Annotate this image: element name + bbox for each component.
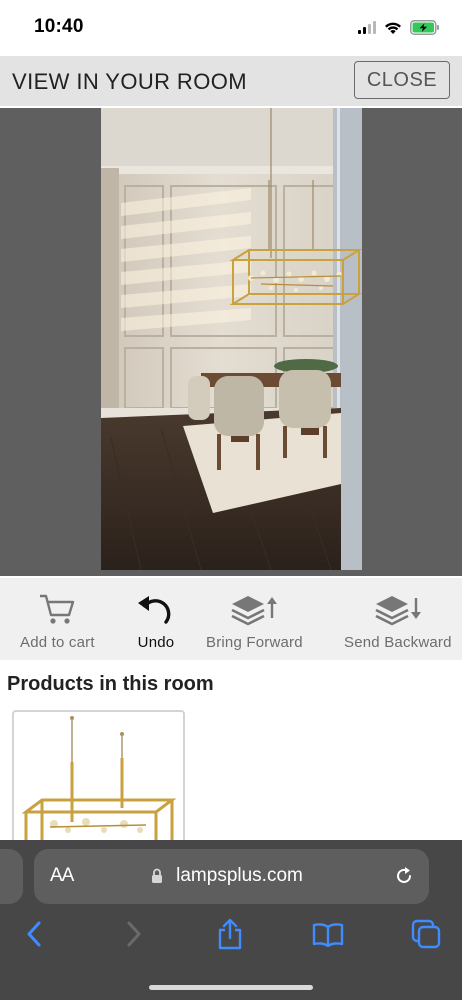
room-photo[interactable]	[101, 108, 362, 570]
bring-forward-label: Bring Forward	[206, 634, 303, 651]
url-host-text: lampsplus.com	[176, 865, 303, 886]
undo-tool[interactable]: Undo	[136, 590, 176, 651]
send-backward-label: Send Backward	[344, 634, 452, 651]
cellular-signal-icon	[358, 21, 376, 34]
bookmarks-button[interactable]	[312, 918, 344, 950]
forward-button[interactable]	[118, 918, 150, 950]
browser-nav-row	[0, 912, 462, 956]
product-card[interactable]	[12, 710, 185, 850]
add-to-cart-tool[interactable]: Add to cart	[20, 590, 95, 651]
status-icons	[358, 20, 440, 35]
previous-tab-preview[interactable]	[0, 849, 23, 904]
url-host: lampsplus.com	[34, 865, 429, 887]
tabs-icon	[411, 919, 441, 949]
add-to-cart-label: Add to cart	[20, 634, 95, 651]
forward-icon	[127, 921, 141, 947]
battery-charging-icon	[410, 20, 439, 35]
undo-label: Undo	[137, 634, 175, 651]
view-in-room-header: VIEW IN YOUR ROOM CLOSE	[0, 56, 462, 106]
share-button[interactable]	[214, 918, 246, 950]
bring-forward-icon	[231, 596, 278, 626]
product-thumbnail	[21, 716, 177, 848]
reload-icon[interactable]	[393, 865, 415, 887]
bookmarks-icon	[312, 923, 344, 947]
room-viewer[interactable]	[0, 108, 462, 576]
send-backward-icon	[375, 596, 421, 626]
page-title: VIEW IN YOUR ROOM	[12, 69, 247, 94]
send-backward-tool[interactable]: Send Backward	[344, 590, 452, 651]
products-section-title: Products in this room	[7, 673, 214, 695]
browser-toolbar: AA lampsplus.com	[0, 840, 462, 1000]
undo-icon	[138, 596, 171, 624]
home-indicator	[149, 985, 313, 990]
status-bar: 10:40	[0, 0, 462, 56]
cart-icon	[40, 594, 75, 624]
wifi-icon	[385, 22, 401, 34]
room-scene-image	[101, 108, 362, 570]
tabs-button[interactable]	[410, 918, 442, 950]
status-time: 10:40	[34, 16, 84, 37]
back-button[interactable]	[18, 918, 50, 950]
close-button[interactable]: CLOSE	[354, 61, 450, 99]
address-bar[interactable]: AA lampsplus.com	[34, 849, 429, 904]
back-icon	[27, 921, 41, 947]
room-toolbar: Add to cart Undo Bring Forward Send Back…	[0, 578, 462, 660]
share-icon	[218, 918, 242, 950]
bring-forward-tool[interactable]: Bring Forward	[206, 590, 303, 651]
